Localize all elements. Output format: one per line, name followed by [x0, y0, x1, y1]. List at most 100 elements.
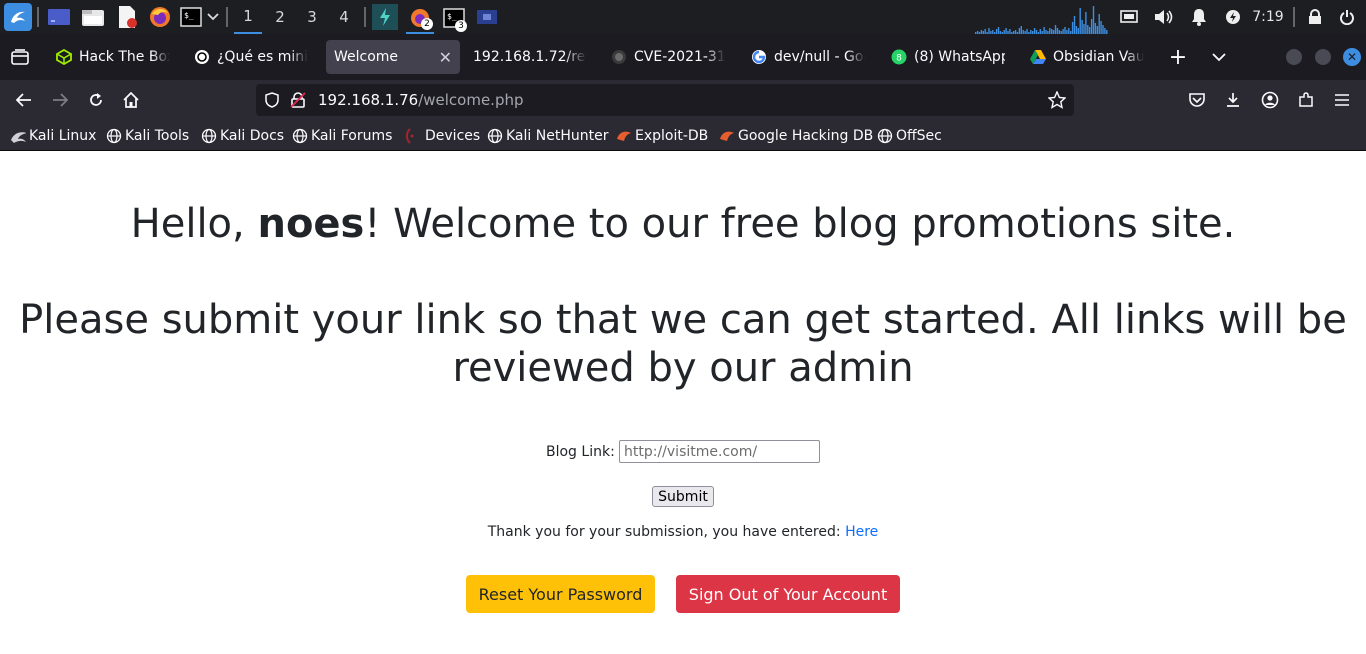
submit-button[interactable]: Submit	[652, 486, 714, 507]
submission-confirmation: Thank you for your submission, you have …	[0, 524, 1366, 540]
tab-cve-2021[interactable]: CVE-2021-315	[603, 40, 733, 74]
graph-bar	[1054, 25, 1057, 34]
taskbar-separator	[364, 7, 366, 27]
maximize-window-button[interactable]	[1307, 41, 1339, 73]
globe-icon	[487, 128, 503, 144]
browser-tab-bar: Hack The Box : ¿Qué es minise Welcome ✕ …	[0, 34, 1366, 80]
url-text[interactable]: 192.168.1.76/welcome.php	[318, 91, 524, 109]
reload-icon[interactable]	[80, 84, 112, 116]
list-all-tabs-chevron-icon[interactable]	[1203, 41, 1235, 73]
display-icon[interactable]	[1118, 0, 1140, 34]
submission-text: Thank you for your submission, you have …	[487, 524, 846, 540]
submitted-link[interactable]: Here	[845, 524, 878, 540]
graph-bar	[1085, 12, 1087, 34]
taskbar-separator	[37, 7, 39, 27]
logout-icon[interactable]	[1336, 0, 1358, 34]
terminal-window-icon[interactable]: $_ 3	[440, 4, 468, 32]
kali-menu-icon[interactable]	[4, 3, 32, 31]
devices-icon	[401, 128, 417, 144]
reset-password-button[interactable]: Reset Your Password	[466, 575, 655, 613]
bookmark-kali-tools[interactable]: Kali Tools	[106, 126, 189, 146]
graph-bar	[1079, 8, 1081, 34]
workspace-2[interactable]: 2	[266, 0, 294, 34]
bookmark-kali-docs[interactable]: Kali Docs	[201, 126, 284, 146]
bookmark-kali-linux[interactable]: Kali Linux	[10, 126, 96, 146]
github-icon	[611, 49, 627, 65]
bookmark-kali-forums[interactable]: Kali Forums	[292, 126, 392, 146]
bookmark-label: Exploit-DB	[635, 128, 709, 144]
downloads-icon[interactable]	[1217, 84, 1249, 116]
forward-arrow-icon[interactable]	[44, 84, 76, 116]
instructions-heading: Please submit your link so that we can g…	[19, 297, 1347, 391]
workspace-1[interactable]: 1	[234, 0, 262, 34]
bookmark-label: OffSec	[896, 128, 942, 144]
bookmark-star-icon[interactable]	[1047, 90, 1067, 113]
graph-bar	[1075, 26, 1078, 34]
close-tab-icon[interactable]: ✕	[439, 48, 452, 67]
url-bar[interactable]: 192.168.1.76/welcome.php	[256, 84, 1074, 116]
greeting-suffix: ! Welcome to our free blog promotions si…	[364, 201, 1236, 247]
hamburger-menu-icon[interactable]	[1326, 84, 1358, 116]
tab-label: (8) WhatsApp	[914, 49, 1005, 65]
bookmark-label: Kali Docs	[220, 128, 285, 144]
tab-dev-null-google[interactable]: dev/null - Goo	[743, 40, 873, 74]
tab-hack-the-box[interactable]: Hack The Box :	[48, 40, 178, 74]
url-path: /welcome.php	[418, 91, 524, 109]
firefox-view-icon[interactable]	[4, 41, 36, 73]
file-manager-icon[interactable]	[81, 6, 105, 28]
burp-window-icon[interactable]	[372, 4, 398, 30]
globe-icon	[877, 128, 893, 144]
openai-icon	[194, 49, 210, 65]
terminal-icon[interactable]: $_	[179, 6, 203, 28]
blog-link-input[interactable]	[619, 440, 820, 463]
bookmark-kali-nethunter[interactable]: Kali NetHunter	[487, 126, 608, 146]
new-tab-plus-icon[interactable]: +	[1162, 41, 1194, 73]
extensions-puzzle-icon[interactable]	[1290, 84, 1322, 116]
minimize-window-button[interactable]	[1278, 41, 1310, 73]
firefox-icon[interactable]	[148, 5, 172, 29]
tab-welcome[interactable]: Welcome ✕	[326, 40, 460, 74]
tab-que-es-minise[interactable]: ¿Qué es minise	[186, 40, 316, 74]
tab-whatsapp[interactable]: 8 (8) WhatsApp	[883, 40, 1013, 74]
pocket-icon[interactable]	[1181, 84, 1213, 116]
bookmark-label: Google Hacking DB	[738, 128, 874, 144]
tracking-protection-shield-icon[interactable]	[264, 92, 280, 112]
text-editor-icon[interactable]	[116, 5, 138, 29]
bookmark-devices[interactable]: Devices	[401, 126, 480, 146]
firefox-window-count: 2	[421, 18, 433, 30]
network-activity-graph	[975, 6, 1108, 34]
bookmark-exploit-db[interactable]: Exploit-DB	[616, 126, 708, 146]
power-status-icon[interactable]	[1222, 0, 1244, 34]
workspace-3[interactable]: 3	[298, 0, 326, 34]
firefox-window-icon[interactable]: 2	[406, 4, 434, 34]
home-icon[interactable]	[115, 84, 147, 116]
graph-bar	[1089, 27, 1091, 34]
volume-icon[interactable]	[1153, 0, 1175, 34]
tab-reverse-shell[interactable]: 192.168.1.72/rever	[465, 40, 595, 74]
lock-screen-icon[interactable]	[1304, 0, 1326, 34]
bookmark-offsec[interactable]: OffSec	[877, 126, 942, 146]
greeting-prefix: Hello,	[130, 201, 258, 247]
bookmark-google-hacking-db[interactable]: Google Hacking DB	[719, 126, 873, 146]
globe-icon	[201, 128, 217, 144]
graph-bar	[997, 27, 1000, 34]
url-host: 192.168.1.76	[318, 91, 419, 109]
username: noes	[257, 201, 365, 247]
workspace-4[interactable]: 4	[330, 0, 358, 34]
close-window-button[interactable]: ✕	[1336, 41, 1366, 73]
chevron-down-icon[interactable]	[206, 10, 220, 24]
clock[interactable]: 7:19	[1250, 0, 1286, 34]
sign-out-button[interactable]: Sign Out of Your Account	[676, 575, 900, 613]
graph-bar	[1094, 23, 1097, 34]
notifications-bell-icon[interactable]	[1188, 0, 1210, 34]
show-desktop-icon[interactable]	[47, 7, 71, 27]
google-drive-icon	[1030, 49, 1046, 65]
back-arrow-icon[interactable]	[8, 84, 40, 116]
insecure-lock-icon[interactable]	[290, 92, 306, 112]
account-icon[interactable]	[1254, 84, 1286, 116]
virtual-machine-window-icon[interactable]	[476, 8, 498, 26]
taskbar-separator	[226, 7, 228, 27]
tab-obsidian-vault[interactable]: Obsidian Vault	[1022, 40, 1152, 74]
graph-bar	[1092, 6, 1095, 34]
graph-bar	[1090, 19, 1093, 34]
